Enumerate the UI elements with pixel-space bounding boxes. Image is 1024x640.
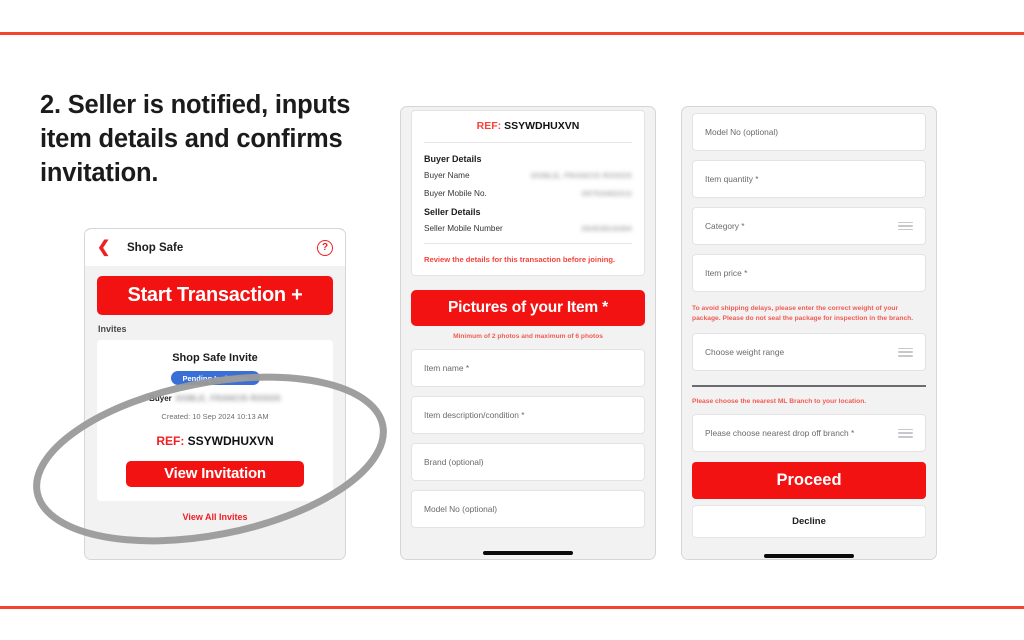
page-divider-top: [0, 32, 1024, 35]
reference-value: SSYWDHUXVN: [187, 433, 274, 448]
item-quantity-field[interactable]: Item quantity *: [692, 160, 926, 198]
invite-card-title: Shop Safe Invite: [172, 352, 258, 364]
field-placeholder: Item name *: [424, 363, 470, 373]
view-all-invites-link[interactable]: View All Invites: [97, 512, 333, 522]
view-invitation-button[interactable]: View Invitation: [125, 460, 305, 487]
item-name-field[interactable]: Item name *: [411, 349, 645, 387]
item-description-field[interactable]: Item description/condition *: [411, 396, 645, 434]
app-title: Shop Safe: [127, 241, 184, 254]
field-placeholder: Please choose nearest drop off branch *: [705, 428, 855, 439]
field-value-redacted: 09453816494: [581, 224, 632, 233]
table-row: Seller Mobile Number 09453816494: [424, 224, 632, 233]
field-placeholder: Item price *: [705, 268, 748, 278]
branch-notice: Please choose the nearest ML Branch to y…: [692, 398, 867, 406]
item-price-field[interactable]: Item price *: [692, 254, 926, 292]
list-icon[interactable]: [898, 221, 913, 231]
seller-details-heading: Seller Details: [424, 207, 481, 217]
model-no-field[interactable]: Model No (optional): [692, 113, 926, 151]
buyer-value-redacted: DOBLE, FRANCIS ROSOS: [175, 393, 281, 403]
question-mark-circle-icon[interactable]: ?: [317, 239, 333, 256]
field-placeholder: Category *: [705, 221, 745, 231]
list-icon[interactable]: [898, 428, 913, 438]
table-row: Buyer Mobile No. 09753482312: [424, 189, 632, 198]
field-placeholder: Item description/condition *: [424, 410, 525, 420]
brand-field[interactable]: Brand (optional): [411, 443, 645, 481]
drop-off-branch-select[interactable]: Please choose nearest drop off branch *: [692, 414, 926, 453]
weight-range-select[interactable]: Choose weight range: [692, 333, 926, 372]
shipping-details-screen: Model No (optional) Item quantity * Cate…: [682, 113, 936, 559]
list-icon[interactable]: [898, 347, 913, 357]
field-placeholder: Brand (optional): [424, 457, 484, 467]
reference-value: SSYWDHUXVN: [504, 120, 580, 132]
reference-number: REF: SSYWDHUXVN: [111, 434, 319, 448]
divider: [692, 385, 926, 388]
phone-mockup-invites: ❮ Shop Safe ? Start Transaction + Invite…: [84, 228, 346, 560]
decline-button[interactable]: Decline: [692, 505, 926, 539]
invites-section-label: Invites: [98, 324, 127, 334]
weight-notice: To avoid shipping delays, please enter t…: [692, 305, 914, 323]
field-value-redacted: 09753482312: [581, 189, 632, 198]
invite-card: Shop Safe Invite Pending Invitation Buye…: [97, 340, 333, 501]
phone-mockup-item-details: REF: SSYWDHUXVN Buyer Details Buyer Name…: [400, 106, 656, 560]
buyer-label: Buyer: [149, 393, 172, 403]
invites-screen-body: Start Transaction + Invites Shop Safe In…: [85, 266, 345, 522]
divider: [424, 243, 632, 244]
field-placeholder: Item quantity *: [705, 174, 759, 184]
field-placeholder: Model No (optional): [705, 127, 779, 137]
field-value-redacted: DOBLE, FRANCIS ROSOS: [531, 171, 632, 180]
reference-number: REF: SSYWDHUXVN: [424, 120, 632, 132]
field-label: Buyer Mobile No.: [424, 189, 487, 198]
category-select[interactable]: Category *: [692, 207, 926, 245]
app-header: ❮ Shop Safe ?: [85, 229, 345, 266]
start-transaction-button[interactable]: Start Transaction +: [97, 276, 333, 315]
field-placeholder: Choose weight range: [705, 347, 785, 358]
phone-mockup-shipping-details: Model No (optional) Item quantity * Cate…: [681, 106, 937, 560]
field-label: Buyer Name: [424, 171, 470, 180]
transaction-details-card: REF: SSYWDHUXVN Buyer Details Buyer Name…: [411, 110, 645, 276]
review-notice: Review the details for this transaction …: [424, 255, 616, 264]
field-placeholder: Model No (optional): [424, 504, 498, 514]
created-timestamp: Created: 10 Sep 2024 10:13 AM: [161, 411, 269, 421]
reference-label: REF:: [476, 120, 502, 132]
pictures-of-your-item-button[interactable]: Pictures of your Item *: [411, 290, 645, 326]
status-badge: Pending Invitation: [170, 371, 260, 385]
buyer-details-heading: Buyer Details: [424, 154, 482, 164]
page-title: 2. Seller is notified, inputs item detai…: [40, 91, 351, 188]
reference-label: REF:: [156, 433, 185, 448]
home-indicator: [764, 554, 854, 558]
model-no-field[interactable]: Model No (optional): [411, 490, 645, 528]
divider: [424, 142, 632, 143]
field-label: Seller Mobile Number: [424, 224, 503, 233]
item-details-screen: REF: SSYWDHUXVN Buyer Details Buyer Name…: [401, 110, 655, 559]
buyer-row: Buyer DOBLE, FRANCIS ROSOS: [111, 394, 319, 403]
home-indicator: [483, 551, 573, 555]
proceed-button[interactable]: Proceed: [692, 462, 926, 500]
table-row: Buyer Name DOBLE, FRANCIS ROSOS: [424, 171, 632, 180]
page-divider-bottom: [0, 606, 1024, 609]
chevron-left-icon[interactable]: ❮: [97, 239, 113, 256]
photos-hint: Minimum of 2 photos and maximum of 6 pho…: [453, 333, 603, 340]
